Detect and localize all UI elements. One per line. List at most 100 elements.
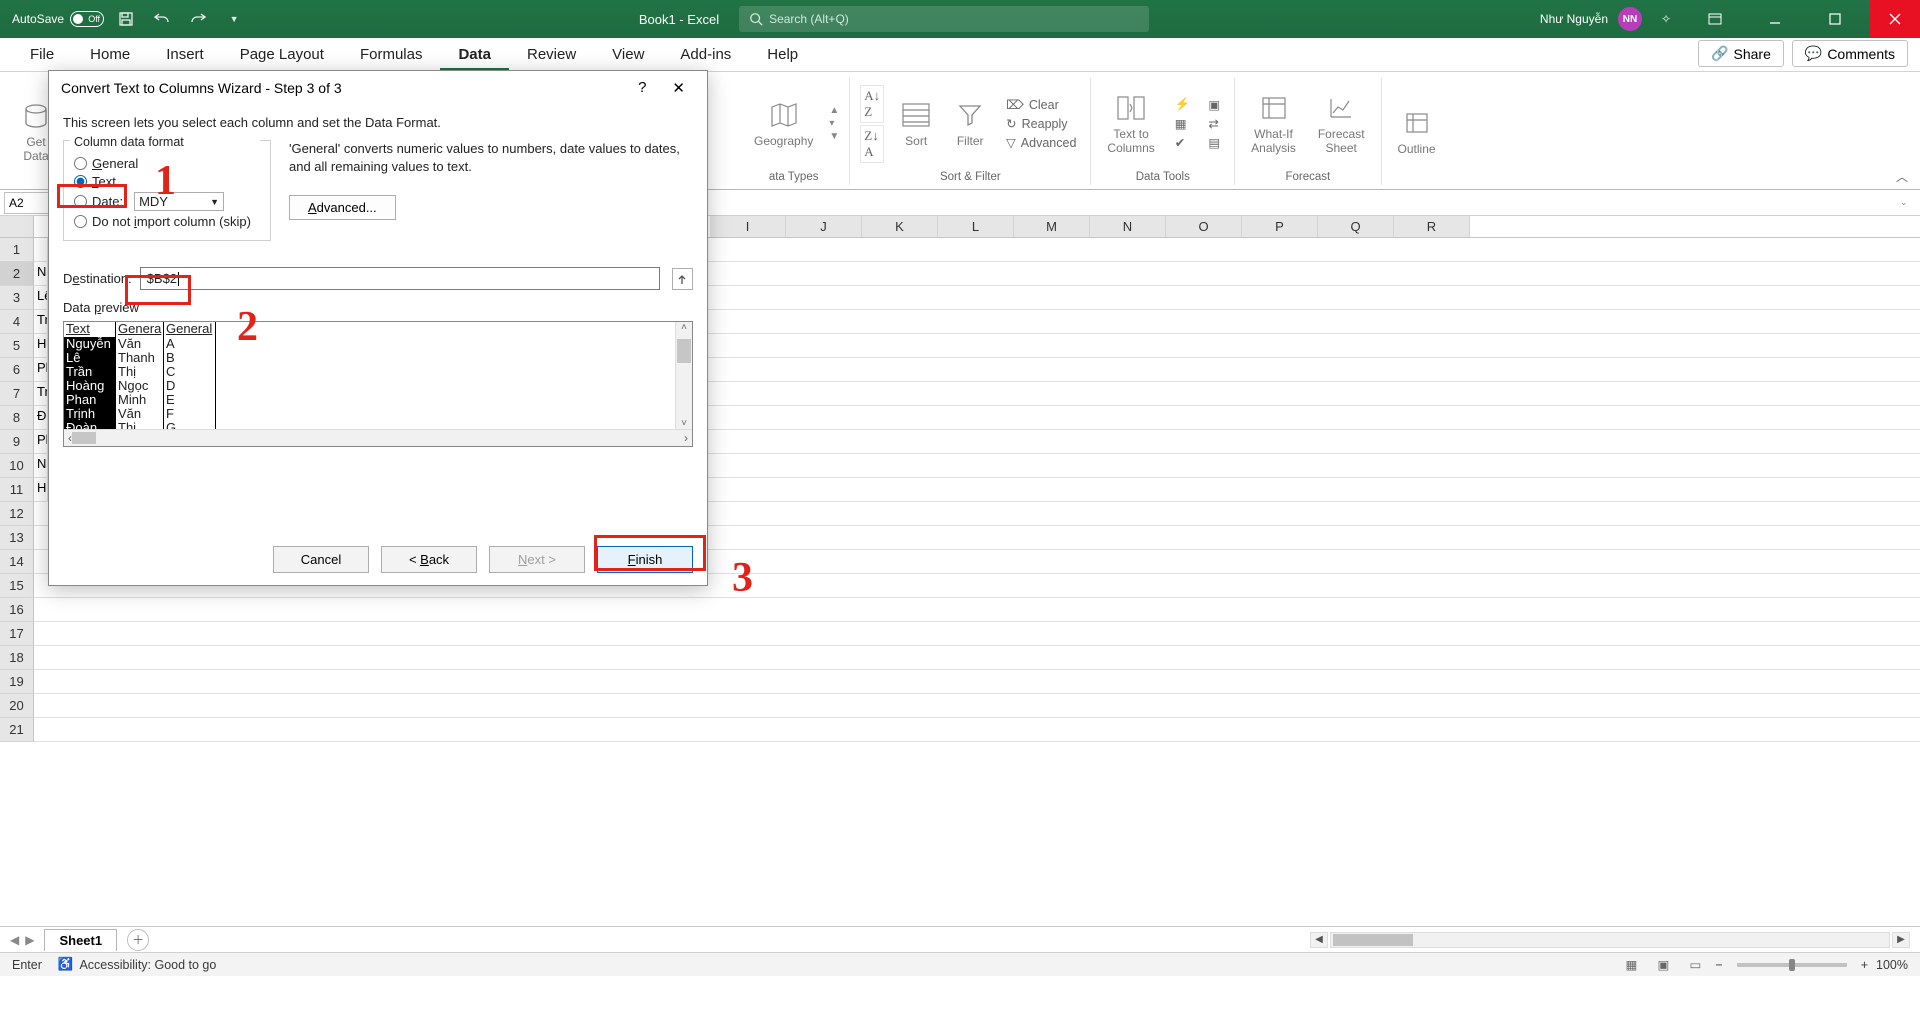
reapply-button[interactable]: ↻Reapply [1002, 115, 1080, 132]
tab-page-layout[interactable]: Page Layout [222, 40, 342, 71]
remove-dup-icon[interactable]: ▦ [1171, 115, 1195, 132]
tab-formulas[interactable]: Formulas [342, 40, 441, 71]
range-picker-icon[interactable] [672, 268, 693, 290]
row-header[interactable]: 5 [0, 334, 34, 358]
qat-dropdown-icon[interactable]: ▼ [220, 5, 248, 33]
destination-input[interactable]: $B$2 [140, 267, 660, 290]
row-header[interactable]: 3 [0, 286, 34, 310]
ribbon-display-icon[interactable] [1690, 0, 1740, 38]
row-header[interactable]: 6 [0, 358, 34, 382]
radio-skip[interactable]: Do not import column (skip) [74, 214, 260, 229]
zoom-slider[interactable] [1737, 963, 1847, 967]
cell[interactable]: Ph [34, 430, 48, 453]
cell[interactable]: Đc [34, 406, 48, 429]
tab-help[interactable]: Help [749, 40, 816, 71]
sort-az-icon[interactable]: A↓Z [860, 85, 884, 123]
page-break-view-icon[interactable]: ▭ [1683, 956, 1707, 974]
row-header[interactable]: 9 [0, 430, 34, 454]
row-header[interactable]: 4 [0, 310, 34, 334]
page-layout-view-icon[interactable]: ▣ [1651, 956, 1675, 974]
maximize-button[interactable] [1810, 0, 1860, 38]
cancel-button[interactable]: Cancel [273, 546, 369, 573]
column-header[interactable]: I [710, 216, 786, 237]
column-header[interactable]: L [938, 216, 1014, 237]
radio-date[interactable]: Date: MDY▼ [74, 192, 260, 211]
row-header[interactable]: 2 [0, 262, 34, 286]
preview-col-header[interactable]: General [164, 322, 216, 337]
column-header[interactable]: J [786, 216, 862, 237]
tab-file[interactable]: File [12, 40, 72, 71]
radio-general[interactable]: General [74, 156, 260, 171]
row-header[interactable]: 16 [0, 598, 34, 622]
tab-review[interactable]: Review [509, 40, 594, 71]
hscroll-right-icon[interactable]: ▶ [1892, 932, 1910, 948]
data-model-icon[interactable]: ▤ [1204, 134, 1224, 151]
column-header[interactable]: Q [1318, 216, 1394, 237]
radio-text[interactable]: Text [74, 174, 260, 189]
search-input[interactable]: Search (Alt+Q) [739, 6, 1149, 32]
column-header[interactable]: P [1242, 216, 1318, 237]
coming-soon-icon[interactable]: ✧ [1652, 5, 1680, 33]
autosave-toggle[interactable]: AutoSave Off [12, 11, 104, 27]
row-header[interactable]: 17 [0, 622, 34, 646]
sort-za-icon[interactable]: Z↓A [860, 125, 884, 163]
tab-view[interactable]: View [594, 40, 662, 71]
formula-expand-icon[interactable]: ⌄ [1900, 197, 1914, 208]
forecast-sheet-button[interactable]: Forecast Sheet [1312, 90, 1371, 157]
collapse-ribbon-icon[interactable]: ︿ [1888, 168, 1916, 185]
advanced-button[interactable]: ▽Advanced [1002, 134, 1080, 151]
hscroll-left-icon[interactable]: ◀ [1310, 932, 1328, 948]
row-header[interactable]: 1 [0, 238, 34, 262]
minimize-button[interactable] [1750, 0, 1800, 38]
column-header[interactable]: K [862, 216, 938, 237]
user-name[interactable]: Như Nguyễn [1540, 12, 1608, 26]
column-header[interactable]: R [1394, 216, 1470, 237]
preview-col-header[interactable]: Text [64, 322, 116, 337]
column-header[interactable]: O [1166, 216, 1242, 237]
tab-insert[interactable]: Insert [148, 40, 222, 71]
normal-view-icon[interactable]: ▦ [1619, 956, 1643, 974]
preview-scroll-horizontal[interactable]: ‹› [64, 429, 692, 446]
whatif-button[interactable]: What-If Analysis [1245, 90, 1302, 157]
save-icon[interactable] [112, 5, 140, 33]
row-header[interactable]: 7 [0, 382, 34, 406]
help-icon[interactable]: ? [628, 75, 656, 101]
tab-addins[interactable]: Add-ins [662, 40, 749, 71]
close-icon[interactable]: ✕ [662, 75, 695, 101]
cell[interactable]: Ph [34, 358, 48, 381]
relationships-icon[interactable]: ⇄ [1204, 115, 1224, 132]
clear-button[interactable]: ⌦Clear [1002, 96, 1080, 113]
row-header[interactable]: 18 [0, 646, 34, 670]
text-to-columns-button[interactable]: Text to Columns [1101, 90, 1160, 157]
preview-scroll-vertical[interactable]: ˄˅ [675, 322, 692, 429]
redo-icon[interactable] [184, 5, 212, 33]
tab-data[interactable]: Data [440, 40, 509, 71]
select-all-corner[interactable] [0, 216, 34, 237]
row-header[interactable]: 12 [0, 502, 34, 526]
zoom-out-icon[interactable]: − [1715, 958, 1722, 972]
cell[interactable]: Tr [34, 382, 48, 405]
cell[interactable]: Hc [34, 478, 48, 501]
column-header[interactable]: N [1090, 216, 1166, 237]
cell[interactable]: Tr [34, 310, 48, 333]
close-button[interactable] [1870, 0, 1920, 38]
row-header[interactable]: 20 [0, 694, 34, 718]
sort-button[interactable]: Sort [894, 97, 938, 150]
accessibility-status[interactable]: ♿Accessibility: Good to go [58, 957, 216, 972]
tab-home[interactable]: Home [72, 40, 148, 71]
row-header[interactable]: 15 [0, 574, 34, 598]
sheet-tab-active[interactable]: Sheet1 [44, 929, 117, 951]
row-header[interactable]: 21 [0, 718, 34, 742]
cell[interactable]: Ng [34, 262, 48, 285]
row-header[interactable]: 8 [0, 406, 34, 430]
row-header[interactable]: 13 [0, 526, 34, 550]
date-format-combo[interactable]: MDY▼ [134, 192, 224, 211]
sheet-nav-icons[interactable]: ◀▶ [0, 933, 44, 947]
geography-button[interactable]: Geography [748, 97, 819, 150]
advanced-button[interactable]: Advanced... [289, 195, 396, 220]
cell[interactable] [34, 238, 48, 261]
cell[interactable]: Lê [34, 286, 48, 309]
undo-icon[interactable] [148, 5, 176, 33]
zoom-in-icon[interactable]: + [1861, 958, 1868, 972]
column-header[interactable]: M [1014, 216, 1090, 237]
